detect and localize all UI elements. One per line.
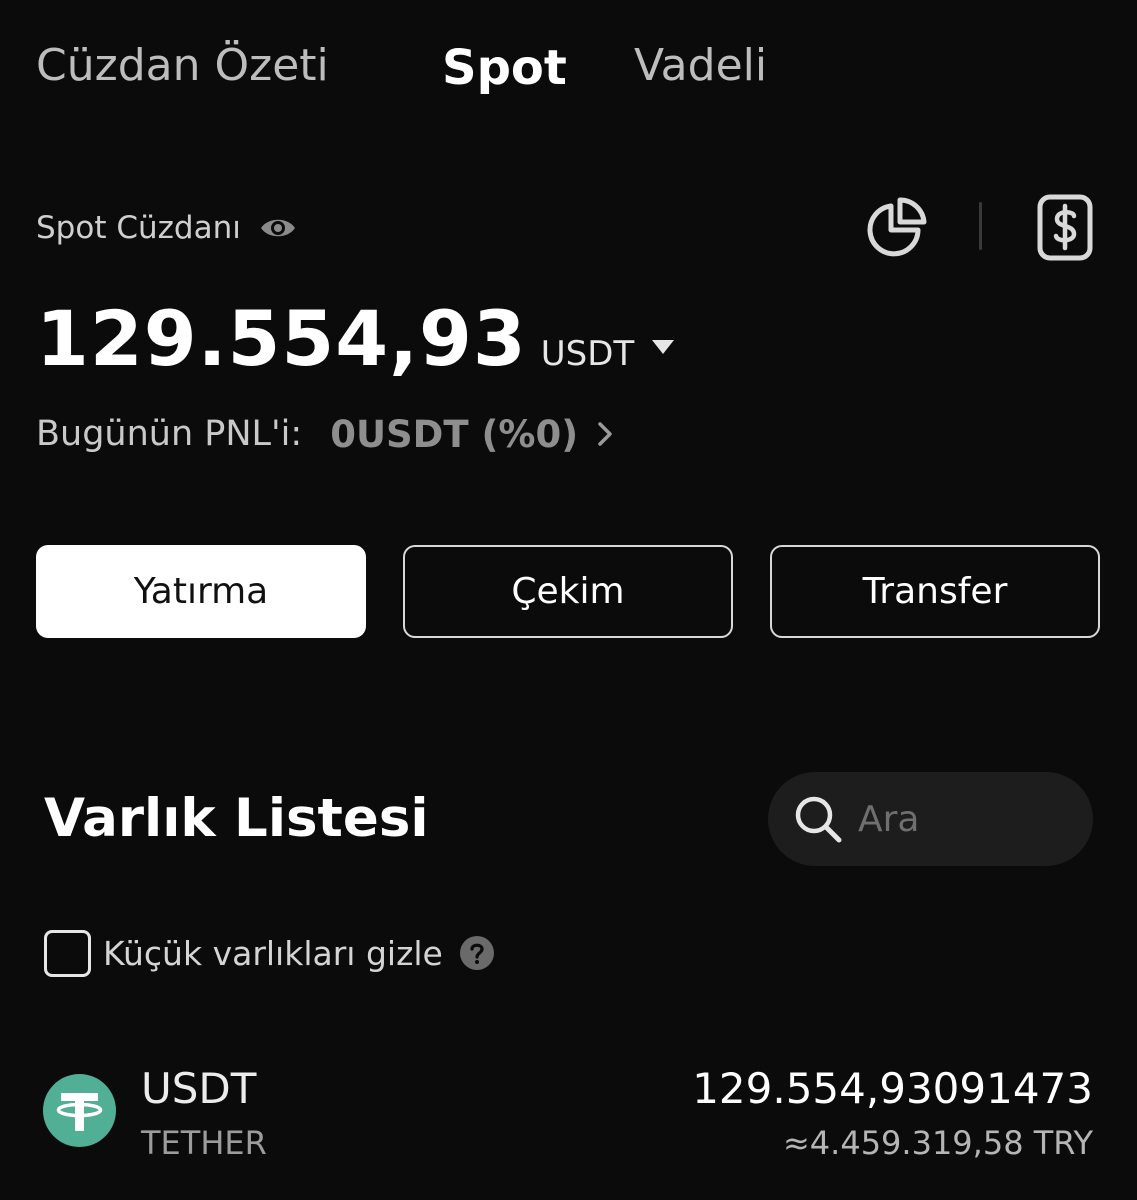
pie-chart-icon[interactable]	[860, 192, 930, 262]
dollar-card-icon[interactable]	[1030, 192, 1100, 262]
hide-small-assets-row: Küçük varlıkları gizle	[44, 927, 495, 979]
pnl-value: 0USDT (%0)	[330, 412, 579, 456]
search-box[interactable]	[768, 772, 1093, 866]
tab-spot[interactable]: Spot	[442, 42, 567, 94]
hide-small-assets-checkbox[interactable]	[44, 929, 91, 977]
balance-amount: 129.554,93	[36, 294, 527, 383]
asset-name: TETHER	[141, 1124, 267, 1162]
search-icon	[792, 793, 844, 845]
deposit-button[interactable]: Yatırma	[36, 545, 366, 638]
asset-list-title: Varlık Listesi	[44, 788, 429, 849]
tab-futures[interactable]: Vadeli	[634, 40, 767, 92]
asset-symbol: USDT	[141, 1064, 257, 1113]
asset-amount: 129.554,93091473	[692, 1064, 1093, 1113]
icon-divider	[979, 202, 982, 250]
transfer-button[interactable]: Transfer	[770, 545, 1100, 638]
pnl-label: Bugünün PNL'i:	[36, 414, 303, 454]
asset-fiat-value: ≈4.459.319,58 TRY	[782, 1124, 1093, 1162]
wallet-title: Spot Cüzdanı	[36, 210, 241, 246]
withdraw-button[interactable]: Çekim	[403, 545, 733, 638]
pnl-row[interactable]: Bugünün PNL'i: 0USDT (%0)	[36, 410, 614, 458]
tab-wallet-overview[interactable]: Cüzdan Özeti	[36, 40, 329, 92]
tether-icon	[43, 1074, 116, 1147]
chevron-right-icon[interactable]	[596, 420, 614, 448]
hide-small-assets-label[interactable]: Küçük varlıkları gizle	[103, 934, 443, 973]
wallet-header: Spot Cüzdanı	[36, 206, 297, 250]
balance-display: 129.554,93 USDT	[36, 294, 676, 386]
help-icon[interactable]	[459, 935, 495, 971]
caret-down-icon[interactable]	[650, 338, 676, 356]
asset-row[interactable]: USDT TETHER 129.554,93091473 ≈4.459.319,…	[0, 1050, 1137, 1200]
balance-currency[interactable]: USDT	[541, 334, 634, 374]
eye-icon[interactable]	[259, 214, 297, 242]
search-input[interactable]	[858, 798, 1058, 840]
